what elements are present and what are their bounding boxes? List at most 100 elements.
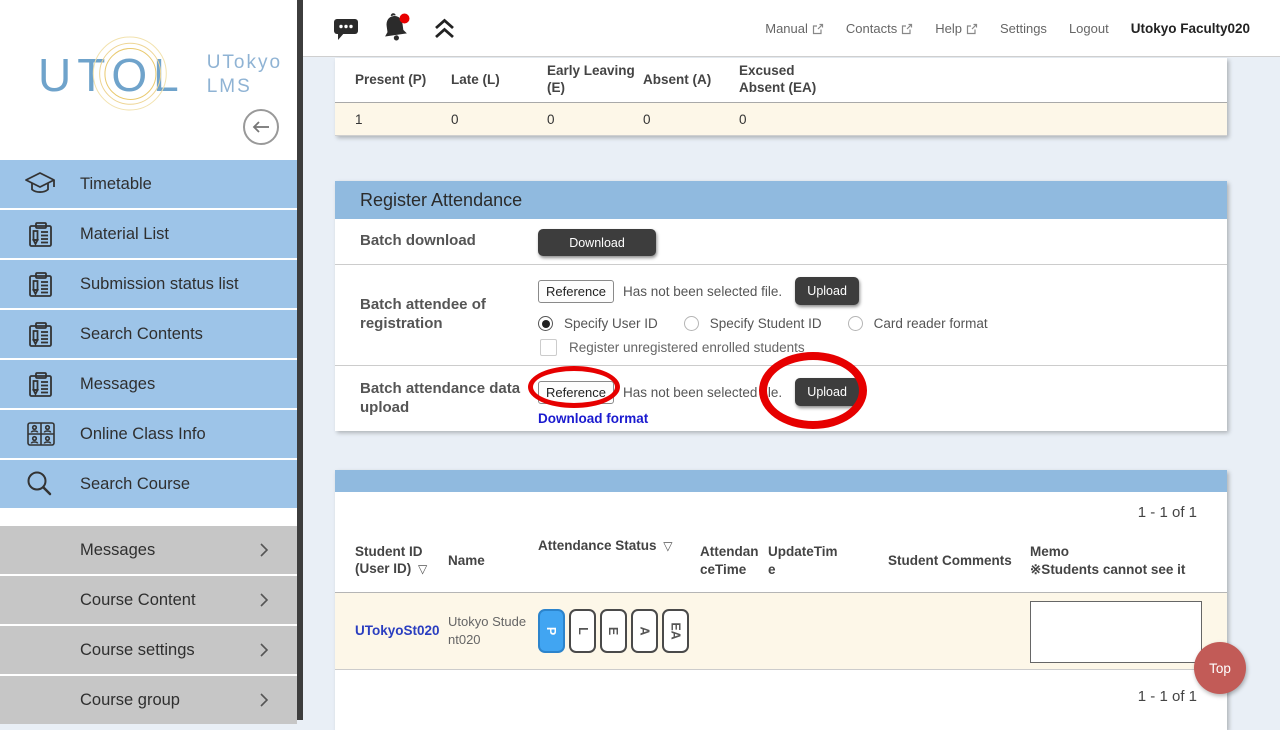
- sidebar-divider: [297, 0, 303, 720]
- sidebar-nav: Timetable Material List: [0, 160, 297, 726]
- pagination-bottom: 1 - 1 of 1: [335, 670, 1227, 713]
- status-button-present[interactable]: P: [538, 609, 565, 653]
- memo-textarea[interactable]: [1030, 601, 1202, 663]
- sidebar-item-label: Course group: [80, 691, 180, 710]
- sidebar-item-messages[interactable]: Messages: [0, 360, 297, 408]
- sidebar-item-label: Course settings: [80, 641, 195, 660]
- summary-value-row: 1 0 0 0 0: [335, 103, 1227, 136]
- radio-specify-user-id[interactable]: Specify User ID: [538, 316, 658, 331]
- student-name: Utokyo Student020: [448, 613, 533, 648]
- sidebar-item-label: Material List: [80, 225, 169, 244]
- sidebar-item-submission-status[interactable]: Submission status list: [0, 260, 297, 308]
- download-button[interactable]: Download: [538, 229, 656, 256]
- radio-specify-student-id[interactable]: Specify Student ID: [684, 316, 822, 331]
- manual-link[interactable]: Manual: [765, 21, 824, 36]
- contacts-link[interactable]: Contacts: [846, 21, 913, 36]
- notification-bell-icon[interactable]: [379, 12, 413, 46]
- sidebar-item-label: Search Contents: [80, 325, 203, 344]
- sidebar-item-label: Search Course: [80, 475, 190, 494]
- col-student-id[interactable]: Student ID (User ID) ▽: [355, 543, 443, 578]
- batch-attendance-upload-label: Batch attendance data upload: [335, 366, 538, 431]
- batch-download-label: Batch download: [335, 219, 538, 264]
- upload-button-circled[interactable]: Upload: [795, 378, 859, 406]
- radio-card-reader-format[interactable]: Card reader format: [848, 316, 988, 331]
- batch-download-row: Batch download Download: [335, 219, 1227, 265]
- topbar: Manual Contacts Help Settings Logout Uto…: [303, 0, 1280, 57]
- pagination-top: 1 - 1 of 1: [335, 492, 1227, 529]
- status-button-excused-absent[interactable]: EA: [662, 609, 689, 653]
- logged-in-user: Utokyo Faculty020: [1131, 21, 1250, 36]
- col-student-comments: Student Comments: [888, 552, 1028, 570]
- graduation-cap-icon: [0, 170, 80, 198]
- summary-col-excused-absent: Excused Absent (EA): [739, 63, 835, 97]
- logo-area: UTOL UTokyo LMS: [0, 0, 297, 160]
- external-link-icon: [901, 23, 913, 35]
- register-unregistered-checkbox[interactable]: [540, 339, 557, 356]
- student-id-link[interactable]: UTokyoSt020: [355, 623, 440, 638]
- sidebar-item-label: Messages: [80, 541, 155, 560]
- reference-button[interactable]: Reference: [538, 280, 614, 303]
- status-button-early-leaving[interactable]: E: [600, 609, 627, 653]
- status-button-absent[interactable]: A: [631, 609, 658, 653]
- sort-icon[interactable]: ▽: [418, 562, 427, 576]
- topbar-links: Manual Contacts Help Settings Logout Uto…: [765, 0, 1250, 57]
- sidebar-item-online-class-info[interactable]: Online Class Info: [0, 410, 297, 458]
- chevron-right-icon: [259, 642, 269, 658]
- summary-col-early-leaving: Early Leaving (E): [547, 63, 643, 97]
- summary-present-value: 1: [355, 112, 451, 127]
- sidebar-item-label: Course Content: [80, 591, 196, 610]
- memo-note: ※Students cannot see it: [1030, 562, 1185, 577]
- status-button-late[interactable]: L: [569, 609, 596, 653]
- chevron-right-icon: [259, 692, 269, 708]
- help-link[interactable]: Help: [935, 21, 978, 36]
- scroll-to-top-button[interactable]: Top: [1194, 642, 1246, 694]
- no-file-selected-text: Has not been selected file.: [623, 385, 782, 400]
- collapse-up-icon[interactable]: [432, 18, 457, 40]
- download-format-link[interactable]: Download format: [538, 411, 648, 426]
- sidebar-course-messages[interactable]: Messages: [0, 526, 297, 574]
- reference-button-circled[interactable]: Reference: [538, 381, 614, 404]
- summary-excused-absent-value: 0: [739, 112, 835, 127]
- batch-attendee-label: Batch attendee of registration: [335, 265, 538, 365]
- sidebar-course-group[interactable]: Course group: [0, 676, 297, 724]
- sidebar-course-settings[interactable]: Course settings: [0, 626, 297, 674]
- chevron-right-icon: [259, 542, 269, 558]
- batch-attendance-upload-row: Batch attendance data upload Reference H…: [335, 366, 1227, 431]
- sidebar-item-timetable[interactable]: Timetable: [0, 160, 297, 208]
- messages-bubble-icon[interactable]: [333, 16, 360, 42]
- sidebar-item-search-contents[interactable]: Search Contents: [0, 310, 297, 358]
- logo-text: UT: [38, 48, 111, 102]
- video-grid-icon: [0, 420, 80, 448]
- sidebar-item-label: Online Class Info: [80, 425, 206, 444]
- clipboard-icon: [0, 270, 80, 299]
- summary-early-leaving-value: 0: [547, 112, 643, 127]
- sidebar-item-label: Messages: [80, 375, 155, 394]
- summary-col-absent: Absent (A): [643, 72, 739, 89]
- col-attendance-status[interactable]: Attendance Status ▽: [538, 529, 698, 555]
- col-update-time: UpdateTime: [768, 543, 844, 578]
- settings-link[interactable]: Settings: [1000, 21, 1047, 36]
- sidebar-course-content[interactable]: Course Content: [0, 576, 297, 624]
- sidebar-item-search-course[interactable]: Search Course: [0, 460, 297, 508]
- summary-header-row: Present (P) Late (L) Early Leaving (E) A…: [335, 58, 1227, 103]
- summary-late-value: 0: [451, 112, 547, 127]
- list-header-row: Student ID (User ID) ▽ Name Attendance S…: [335, 529, 1227, 593]
- logout-link[interactable]: Logout: [1069, 21, 1109, 36]
- sidebar-item-label: Submission status list: [80, 275, 239, 294]
- radio-button[interactable]: [848, 316, 863, 331]
- clipboard-icon: [0, 220, 80, 249]
- upload-button[interactable]: Upload: [795, 277, 859, 305]
- no-file-selected-text: Has not been selected file.: [623, 284, 782, 299]
- topbar-icons: [333, 0, 457, 57]
- main-content: Present (P) Late (L) Early Leaving (E) A…: [303, 58, 1280, 720]
- sort-icon[interactable]: ▽: [663, 539, 672, 553]
- sidebar-item-material-list[interactable]: Material List: [0, 210, 297, 258]
- attendance-list-section: 1 - 1 of 1 Student ID (User ID) ▽ Name A…: [335, 470, 1227, 730]
- external-link-icon: [966, 23, 978, 35]
- sidebar: UTOL UTokyo LMS: [0, 0, 297, 720]
- radio-button[interactable]: [684, 316, 699, 331]
- sidebar-collapse-button[interactable]: [243, 109, 279, 145]
- radio-button-checked[interactable]: [538, 316, 553, 331]
- checkbox-label: Register unregistered enrolled students: [569, 340, 805, 355]
- utol-logo: UTOL UTokyo LMS: [38, 48, 282, 102]
